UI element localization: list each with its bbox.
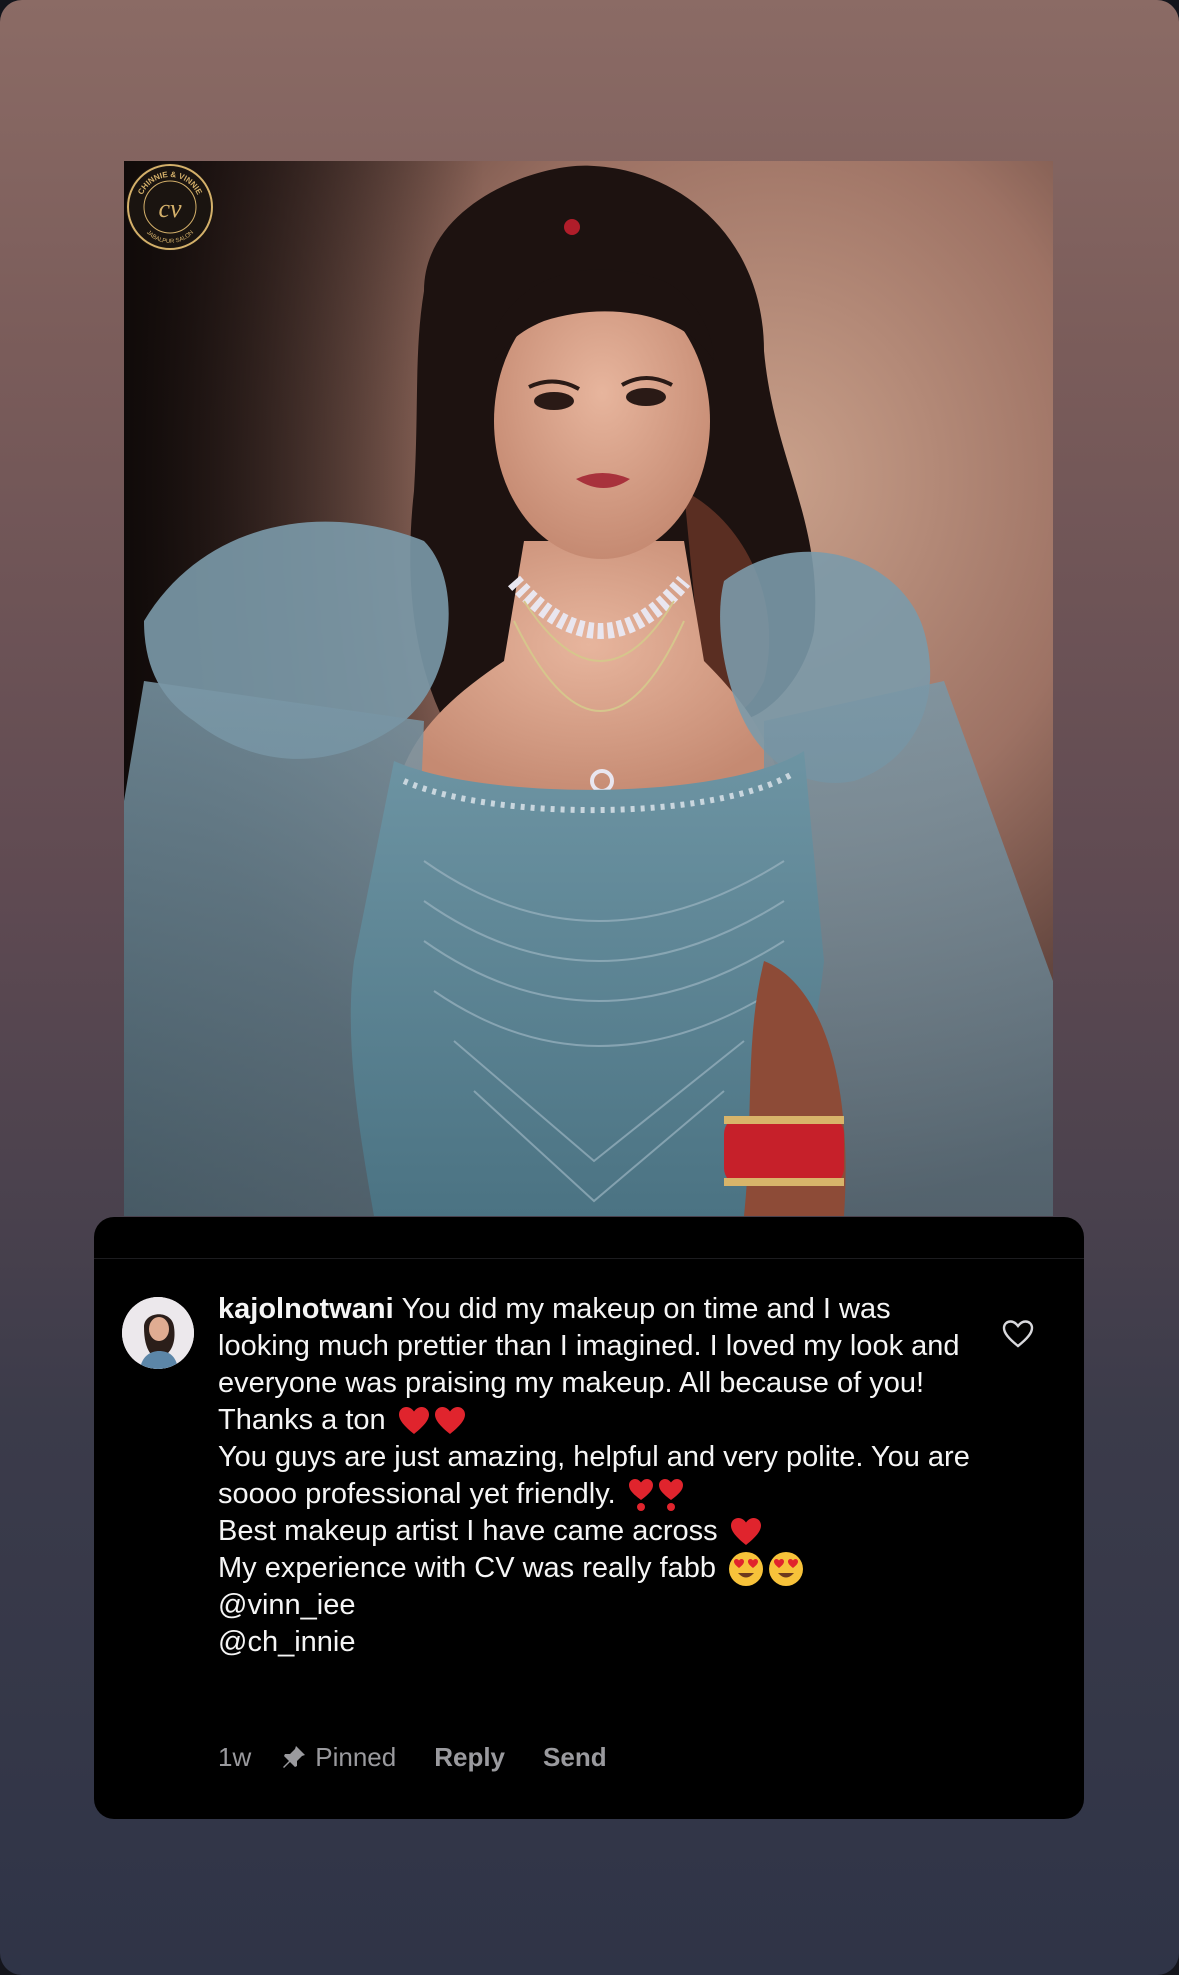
comment-paragraph-2: You guys are just amazing, helpful and v… [218,1439,978,1513]
pin-icon [283,1746,306,1768]
heart-eyes-emoji-icon [729,1552,764,1587]
avatar[interactable] [122,1297,194,1369]
heart-eyes-emoji-icon [769,1552,804,1587]
comment-paragraph-3: Best makeup artist I have came across [218,1513,978,1550]
mention-vinn-iee[interactable]: @vinn_iee [218,1587,978,1624]
like-heart-icon[interactable] [1002,1319,1034,1349]
avatar-photo [122,1297,194,1369]
red-heart-emoji-icon [434,1407,465,1435]
red-heart-emoji-icon [730,1518,761,1546]
bridal-photo-illustration [124,161,1053,1216]
salon-logo: CHINNIE & VINNIE cv JABALPUR SALON [126,163,214,251]
bridal-photo: CHINNIE & VINNIE cv JABALPUR SALON [124,161,1053,1216]
send-button[interactable]: Send [543,1742,607,1773]
comment-timestamp: 1w [218,1741,252,1772]
comment-text-4: My experience with CV was really fabb [218,1552,717,1584]
logo-monogram: cv [158,194,182,223]
card-divider [94,1258,1084,1259]
comment-body: kajolnotwani You did my makeup on time an… [218,1291,978,1661]
comment-card: kajolnotwani You did my makeup on time an… [94,1217,1084,1819]
story-frame: CHINNIE & VINNIE cv JABALPUR SALON kajol… [0,0,1179,1975]
mention-ch-innie[interactable]: @ch_innie [218,1624,978,1661]
comment-text-2: You guys are just amazing, helpful and v… [218,1441,970,1510]
comment-paragraph-4: My experience with CV was really fabb [218,1550,978,1587]
comment-paragraph-1: kajolnotwani You did my makeup on time an… [218,1291,978,1439]
comment-username[interactable]: kajolnotwani [218,1293,394,1325]
heart-exclamation-emoji-icon [628,1479,653,1512]
reply-button[interactable]: Reply [434,1742,505,1773]
pinned-indicator: Pinned [281,1742,396,1773]
heart-exclamation-emoji-icon [658,1479,683,1512]
red-heart-emoji-icon [398,1407,429,1435]
pinned-label: Pinned [315,1741,397,1772]
comment-meta-row: 1w Pinned Reply Send [218,1737,645,1777]
comment-text-3: Best makeup artist I have came across [218,1515,718,1547]
